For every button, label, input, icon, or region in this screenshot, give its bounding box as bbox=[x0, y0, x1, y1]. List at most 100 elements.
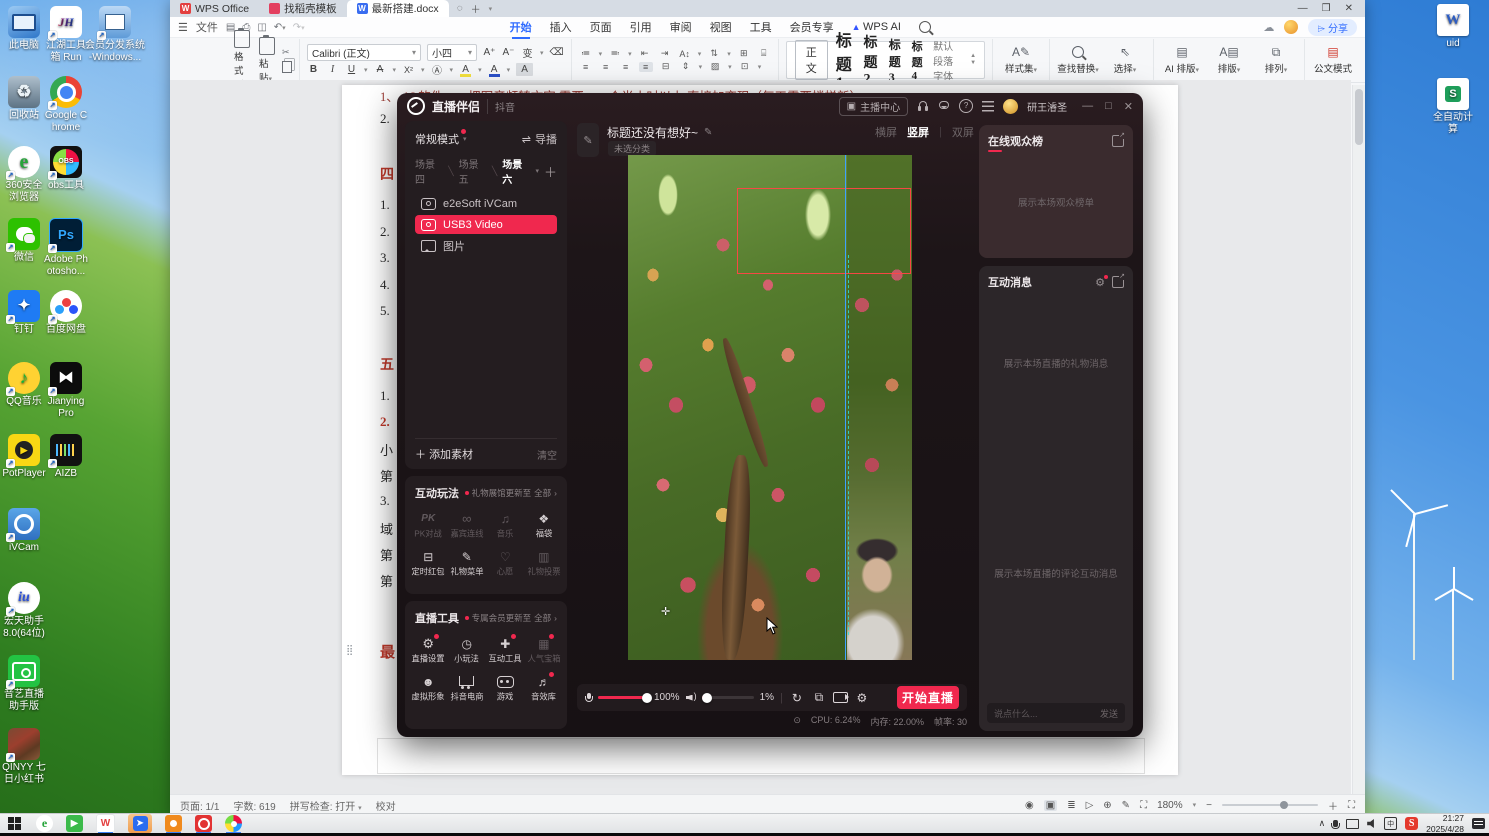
mode-select[interactable]: 常规模式 bbox=[415, 129, 466, 147]
mode-dual[interactable]: 双屏 bbox=[952, 124, 974, 140]
arrange-button[interactable]: ⧉ 排列▾ bbox=[1255, 45, 1297, 76]
source-ivcam[interactable]: e2eSoft iVCam bbox=[415, 194, 557, 213]
category-badge[interactable]: 未选分类 bbox=[608, 141, 657, 156]
mic-icon[interactable] bbox=[585, 692, 593, 703]
desktop-icon-member-system[interactable]: 会员分发系统 -Windows... bbox=[85, 6, 145, 63]
zoom-out-button[interactable]: − bbox=[1206, 800, 1212, 811]
underline-button[interactable] bbox=[345, 63, 358, 76]
bold-button[interactable] bbox=[307, 63, 320, 76]
tray-ime-icon[interactable]: 中 bbox=[1384, 817, 1398, 830]
select-button[interactable]: ⇖ 选择▾ bbox=[1104, 45, 1146, 75]
distribute-button[interactable]: ⊟ bbox=[659, 61, 673, 72]
start-button[interactable] bbox=[6, 815, 23, 832]
game-button[interactable]: 游戏 bbox=[486, 668, 525, 706]
desktop-icon-qinyy[interactable]: QINYY 七日小红书 bbox=[1, 728, 47, 785]
stream-maximize-button[interactable]: □ bbox=[1105, 100, 1112, 113]
style-normal[interactable]: 正文 bbox=[794, 40, 828, 80]
menu-icon[interactable] bbox=[982, 101, 995, 112]
tray-mic-icon[interactable] bbox=[1331, 820, 1341, 829]
wish-button[interactable]: 心愿 bbox=[486, 543, 525, 581]
search-icon[interactable] bbox=[918, 21, 931, 33]
scrollbar-thumb[interactable] bbox=[1355, 89, 1363, 145]
cut-icon[interactable]: ✂ bbox=[282, 47, 292, 58]
stream-room-title[interactable]: 标题还没有想好~ bbox=[607, 124, 698, 141]
style-heading-4[interactable]: 标题 4 bbox=[912, 38, 926, 82]
desktop-icon-baidu-netdisk[interactable]: 百度网盘 bbox=[43, 290, 89, 336]
director-button[interactable]: ⇌ 导播 bbox=[522, 131, 557, 147]
align-left-button[interactable]: ≡ bbox=[579, 62, 593, 72]
find-replace-button[interactable]: 查找替换▾ bbox=[1057, 45, 1099, 75]
anchor-center-button[interactable]: ▣ 主播中心 bbox=[838, 96, 909, 116]
zoom-slider-knob[interactable] bbox=[1279, 801, 1288, 809]
pinyin-button[interactable] bbox=[521, 46, 534, 59]
status-proofread[interactable]: 校对 bbox=[376, 798, 396, 813]
tray-volume-icon[interactable] bbox=[1367, 819, 1374, 828]
taskbar-obs[interactable] bbox=[195, 815, 212, 834]
desktop-icon-obs-tool[interactable]: obs工具 bbox=[43, 146, 89, 192]
popout-icon[interactable] bbox=[1112, 272, 1125, 288]
decrease-font-button[interactable] bbox=[502, 46, 515, 59]
wps-maximize-button[interactable]: ❒ bbox=[1322, 3, 1331, 14]
superscript-button[interactable] bbox=[402, 63, 415, 76]
wps-close-button[interactable]: ✕ bbox=[1345, 3, 1353, 14]
add-scene-button[interactable]: ＋ bbox=[544, 162, 557, 181]
sound-library-button[interactable]: 音效库 bbox=[525, 668, 564, 706]
cloud-sync-icon[interactable]: ☁ bbox=[1263, 21, 1274, 34]
virtual-avatar-button[interactable]: 虚拟形象 bbox=[409, 668, 448, 706]
clock[interactable]: 21:27 2025/4/28 bbox=[1426, 813, 1464, 834]
increase-indent-button[interactable]: ⇥ bbox=[658, 48, 672, 59]
desktop-icon-auto-calc[interactable]: 全自动计算 bbox=[1430, 78, 1476, 135]
taskbar-ivcam[interactable] bbox=[165, 815, 182, 834]
desktop-icon-jianying[interactable]: Jianying Pro bbox=[43, 362, 89, 419]
page-view-icon[interactable]: ▣ bbox=[1043, 799, 1058, 811]
send-button[interactable]: 发送 bbox=[1100, 707, 1118, 720]
mode-landscape[interactable]: 横屏 bbox=[875, 124, 897, 140]
desktop-icon-recycle-bin[interactable]: 回收站 bbox=[1, 76, 47, 122]
menu-reference[interactable]: 引用 bbox=[630, 17, 652, 37]
lucky-bag-button[interactable]: 福袋 bbox=[525, 505, 564, 543]
edit-mode-icon[interactable]: ✎ bbox=[1122, 800, 1130, 811]
stream-close-button[interactable]: ✕ bbox=[1124, 100, 1133, 113]
desktop-icon-hongtian[interactable]: 宏天助手 8.0(64位) bbox=[1, 582, 47, 639]
taskbar-toolbox[interactable] bbox=[225, 815, 242, 834]
notification-center-icon[interactable] bbox=[1472, 818, 1485, 829]
menu-page[interactable]: 页面 bbox=[590, 17, 612, 37]
strikethrough-button[interactable] bbox=[374, 63, 387, 76]
redo-icon[interactable]: ↷▾ bbox=[293, 22, 305, 33]
wps-minimize-button[interactable]: — bbox=[1298, 3, 1308, 14]
popularity-chest-button[interactable]: 人气宝箱 bbox=[525, 630, 564, 668]
messages-settings-icon[interactable]: ⚙ bbox=[1095, 274, 1108, 289]
desktop-icon-ivcam[interactable]: iVCam bbox=[1, 508, 47, 554]
scene-tab-5[interactable]: 场景五 bbox=[459, 156, 487, 186]
mode-portrait[interactable]: 竖屏 bbox=[907, 124, 929, 140]
text-direction-button[interactable]: A↕ bbox=[678, 49, 692, 59]
shading-button[interactable]: ▨ bbox=[708, 61, 722, 72]
volume-slider[interactable] bbox=[701, 692, 754, 703]
desktop-icon-qq-music[interactable]: QQ音乐 bbox=[1, 362, 47, 408]
paste-button[interactable]: 粘贴▾ bbox=[257, 34, 277, 84]
desktop-icon-photoshop[interactable]: Adobe Photosho... bbox=[43, 218, 89, 277]
new-tab-button[interactable]: ＋ bbox=[471, 1, 481, 16]
enclose-char-button[interactable] bbox=[431, 63, 444, 76]
desktop-icon-this-pc[interactable]: 此电脑 bbox=[1, 6, 47, 52]
decrease-indent-button[interactable]: ⇤ bbox=[638, 48, 652, 59]
desktop-icon-chrome[interactable]: Google Chrome bbox=[43, 76, 89, 133]
style-set-button[interactable]: A✎ 样式集▾ bbox=[1000, 45, 1042, 75]
paragraph-mark-button[interactable]: ⊞ bbox=[737, 48, 751, 59]
speaker-icon[interactable] bbox=[686, 691, 697, 703]
web-view-icon[interactable]: ⊕ bbox=[1103, 800, 1111, 811]
menu-wps-ai[interactable]: WPS AI bbox=[852, 19, 901, 35]
outline-view-icon[interactable]: ≣ bbox=[1067, 800, 1075, 811]
add-material-button[interactable]: ＋ 添加素材 bbox=[415, 446, 473, 462]
clear-format-button[interactable] bbox=[550, 46, 564, 59]
desktop-icon-uid[interactable]: uid bbox=[1430, 4, 1476, 50]
pk-battle-button[interactable]: PK对战 bbox=[409, 505, 448, 543]
tray-expand-chevron-icon[interactable]: ∧ bbox=[1319, 818, 1326, 829]
document-scrollbar[interactable] bbox=[1352, 85, 1365, 795]
desktop-icon-360-browser[interactable]: 360安全浏览器 bbox=[1, 146, 47, 203]
tray-sogou-icon[interactable]: S bbox=[1405, 817, 1419, 830]
camera-icon[interactable] bbox=[832, 692, 849, 703]
style-gallery-scroll[interactable]: ▲ ▼ bbox=[970, 53, 976, 67]
desktop-icon-wechat[interactable]: 微信 bbox=[1, 218, 47, 264]
tab-current-document[interactable]: W 最新搭建.docx bbox=[346, 0, 449, 17]
